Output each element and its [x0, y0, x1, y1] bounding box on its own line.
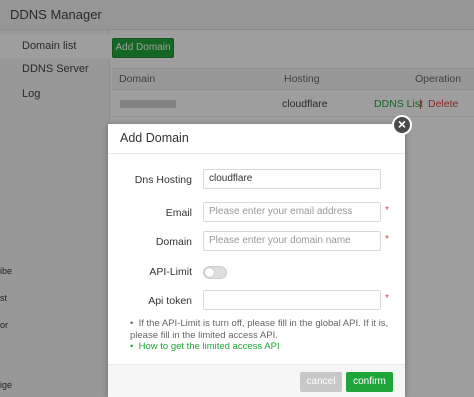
email-required-mark: *	[385, 205, 389, 216]
background-fragment: ibe	[0, 266, 13, 276]
dialog-header: Add Domain	[108, 124, 405, 154]
close-icon[interactable]: ×	[392, 115, 412, 135]
email-label: Email	[165, 207, 192, 219]
background-fragment: st	[0, 293, 8, 303]
email-field[interactable]: Please enter your email address	[203, 202, 381, 222]
background-fragment: or	[0, 320, 9, 330]
cancel-button[interactable]: cancel	[300, 372, 342, 392]
api-token-field[interactable]	[203, 290, 381, 310]
api-limit-toggle[interactable]	[203, 266, 227, 279]
dialog-footer: cancel confirm	[108, 364, 405, 397]
confirm-button[interactable]: confirm	[346, 372, 393, 392]
add-domain-dialog: Add Domain Dns Hosting cloudflare Email …	[108, 124, 405, 397]
api-token-required-mark: *	[385, 293, 389, 304]
toggle-knob	[205, 268, 214, 277]
domain-field[interactable]: Please enter your domain name	[203, 231, 381, 251]
limited-api-help-link[interactable]: How to get the limited access API	[139, 341, 280, 352]
api-limit-label: API-Limit	[149, 266, 192, 278]
api-limit-note: • If the API-Limit is turn off, please f…	[130, 318, 389, 341]
domain-required-mark: *	[385, 234, 389, 245]
dialog-title: Add Domain	[120, 131, 189, 145]
api-token-label: Api token	[148, 295, 192, 307]
api-limit-note-text: If the API-Limit is turn off, please fil…	[130, 318, 389, 341]
domain-label: Domain	[155, 236, 192, 248]
dns-hosting-field[interactable]: cloudflare	[203, 169, 381, 189]
background-fragment: ige	[0, 380, 13, 390]
api-help-item: • How to get the limited access API	[130, 341, 280, 352]
dns-hosting-label: Dns Hosting	[134, 174, 192, 186]
